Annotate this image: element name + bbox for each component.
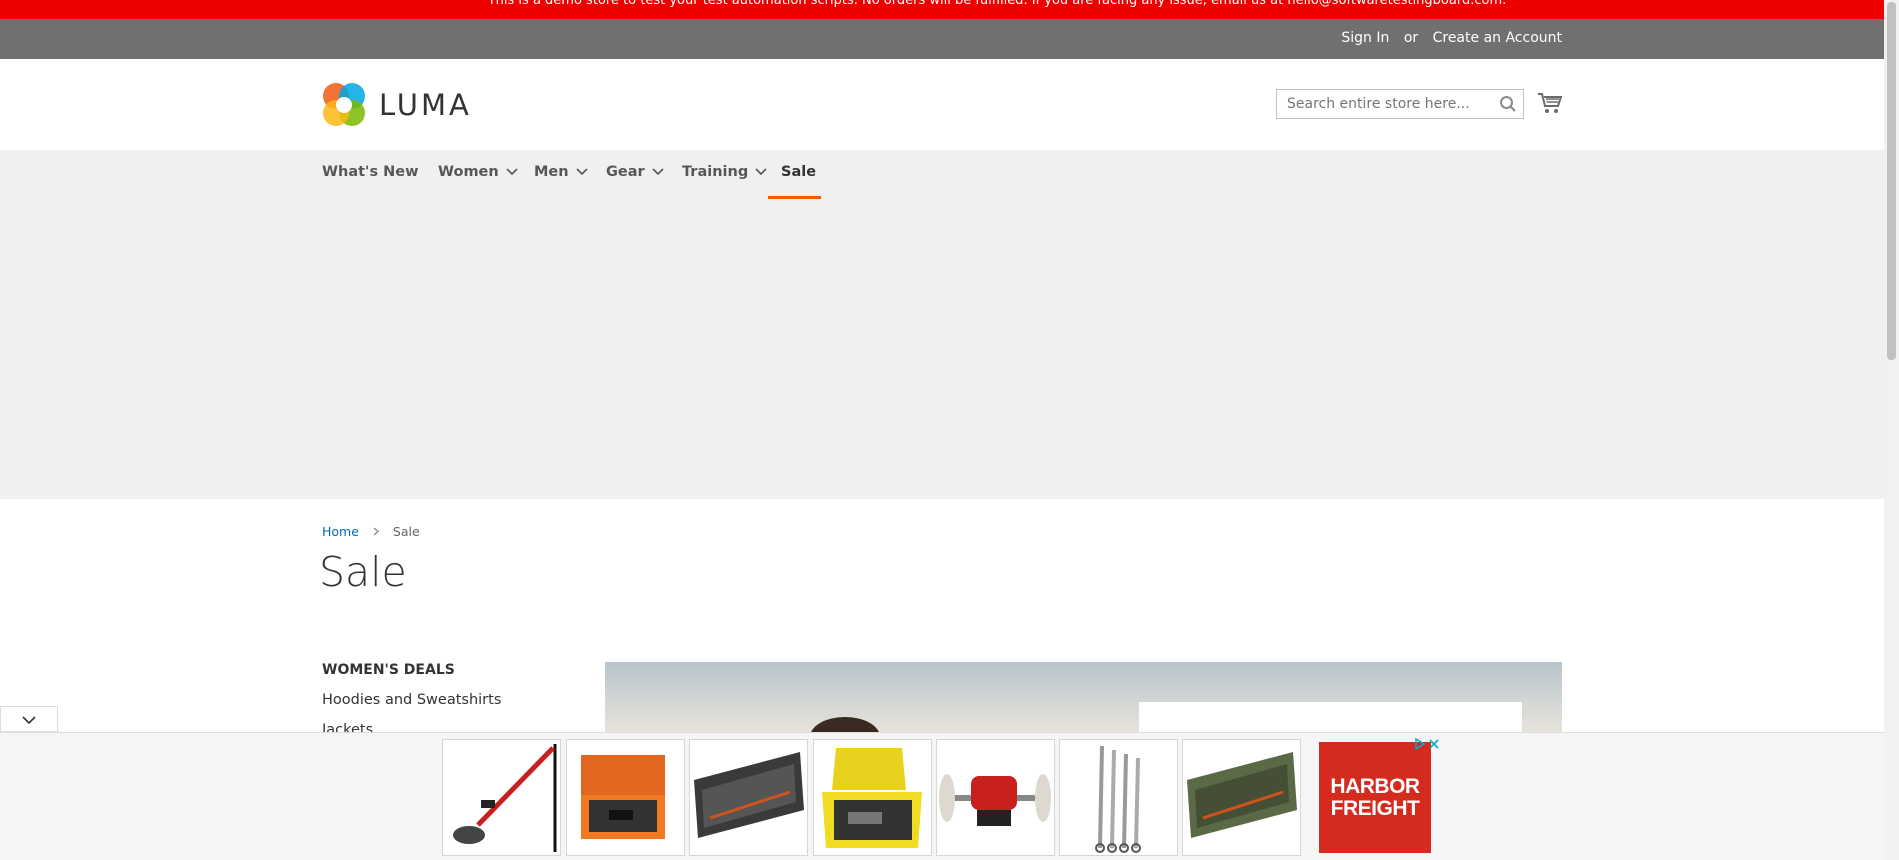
- sidebar-item-hoodies[interactable]: Hoodies and Sweatshirts: [322, 692, 501, 708]
- page-title: Sale: [319, 548, 407, 596]
- green-case-icon: [1187, 752, 1297, 838]
- ad-product-drywall-sander[interactable]: [442, 739, 561, 856]
- nav-item-women[interactable]: Women: [438, 164, 518, 180]
- close-icon[interactable]: [1428, 738, 1440, 750]
- ad-product-yellow-case[interactable]: [813, 739, 932, 856]
- ad-product-green-case[interactable]: [1182, 739, 1301, 856]
- demo-notice-text: This is a demo store to test your test a…: [487, 0, 1507, 8]
- nav-item-label: Gear: [606, 164, 645, 180]
- nav-item-label: Training: [682, 164, 749, 180]
- chevron-right-icon: [373, 527, 379, 536]
- ad-product-bench-buffer[interactable]: [936, 739, 1055, 856]
- search-input[interactable]: [1277, 90, 1507, 118]
- search-icon[interactable]: [1499, 95, 1517, 113]
- breadcrumb-home-link[interactable]: Home: [322, 524, 359, 539]
- nav-item-label: What's New: [322, 164, 419, 180]
- black-case-icon: [694, 752, 804, 838]
- luma-logo[interactable]: LUMA: [322, 82, 472, 128]
- chevron-down-icon: [652, 168, 664, 176]
- chevron-down-icon: [576, 168, 588, 176]
- nav-item-whats-new[interactable]: What's New: [322, 164, 419, 180]
- harbor-freight-logo[interactable]: HARBOR FREIGHT: [1319, 742, 1431, 853]
- promo-banner[interactable]: [605, 662, 1562, 732]
- page-scrollbar[interactable]: [1884, 0, 1899, 860]
- sidebar-title: WOMEN'S DEALS: [322, 662, 455, 678]
- ad-brand-line2: FREIGHT: [1330, 796, 1420, 820]
- ad-product-black-case[interactable]: [689, 739, 808, 856]
- chevron-down-icon: [22, 716, 36, 725]
- top-bar: Sign In or Create an Account: [0, 19, 1884, 59]
- logo-wordmark: LUMA: [379, 88, 472, 122]
- create-account-link[interactable]: Create an Account: [1433, 30, 1562, 46]
- main-navigation: What's New Women Men Gear Training Sale: [0, 150, 1884, 200]
- ad-brand-line1: HARBOR: [1330, 774, 1420, 798]
- nav-item-men[interactable]: Men: [534, 164, 588, 180]
- bench-buffer-icon: [939, 774, 1051, 826]
- ad-collapse-toggle[interactable]: [0, 706, 58, 732]
- demo-notice-bar: This is a demo store to test your test a…: [0, 0, 1884, 19]
- ad-info-icon[interactable]: [1414, 738, 1426, 750]
- drywall-sander-icon: [453, 744, 557, 852]
- wrenches-icon: [1095, 745, 1141, 853]
- site-header: LUMA: [0, 59, 1884, 150]
- nav-item-label: Men: [534, 164, 569, 180]
- chevron-down-icon: [506, 168, 518, 176]
- active-nav-indicator: [768, 196, 821, 199]
- promo-card: [1139, 702, 1522, 732]
- orange-case-icon: [581, 755, 665, 839]
- nav-item-label: Women: [438, 164, 499, 180]
- hero-placeholder: [0, 200, 1884, 499]
- sign-in-link[interactable]: Sign In: [1341, 30, 1389, 46]
- ad-product-wrenches[interactable]: [1059, 739, 1178, 856]
- promo-model-image: [810, 717, 880, 732]
- breadcrumb-current: Sale: [392, 524, 420, 539]
- or-text: or: [1403, 30, 1419, 46]
- cart-icon[interactable]: [1537, 91, 1563, 115]
- nav-item-sale[interactable]: Sale: [781, 164, 816, 180]
- nav-item-training[interactable]: Training: [682, 164, 767, 180]
- nav-item-gear[interactable]: Gear: [606, 164, 664, 180]
- ad-product-orange-case[interactable]: [566, 739, 685, 856]
- breadcrumb: Home Sale: [322, 524, 420, 539]
- yellow-case-icon: [822, 748, 922, 848]
- luma-logo-icon: [323, 83, 365, 126]
- ad-choices[interactable]: [1414, 737, 1442, 751]
- chevron-down-icon: [755, 168, 767, 176]
- scrollbar-thumb[interactable]: [1887, 2, 1896, 360]
- search-box: [1276, 89, 1524, 119]
- account-links: Sign In or Create an Account: [1331, 30, 1562, 46]
- nav-item-label: Sale: [781, 164, 817, 180]
